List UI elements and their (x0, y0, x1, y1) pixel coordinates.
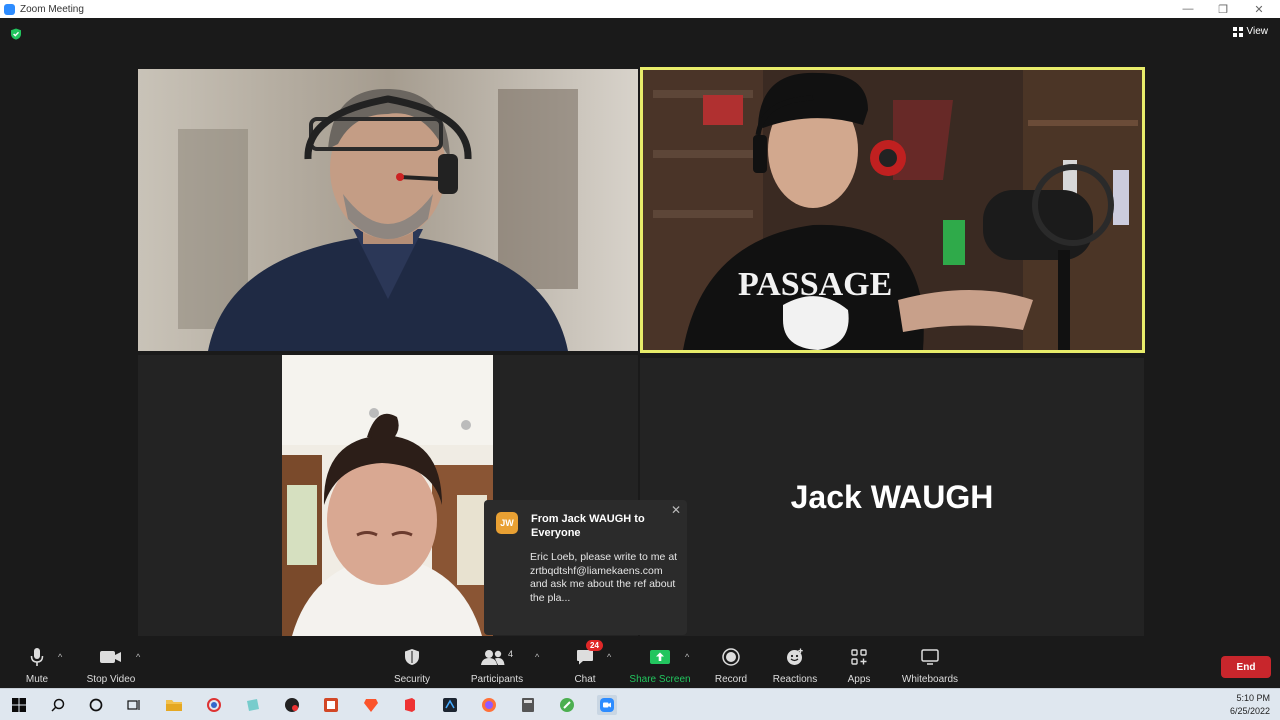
chat-sender-line: From Jack WAUGH to Everyone (531, 513, 645, 539)
end-meeting-button[interactable]: End (1221, 656, 1271, 678)
participants-icon (480, 650, 505, 665)
apps-icon (851, 649, 867, 665)
mute-button[interactable]: Mute (20, 636, 54, 688)
zoom-app-icon (4, 3, 15, 15)
stop-video-label: Stop Video (86, 674, 136, 685)
record-label: Record (714, 674, 748, 685)
apps-label: Apps (847, 674, 871, 685)
participant-video-feed (138, 69, 638, 351)
participant-name-tile[interactable]: Jack WAUGH (640, 358, 1144, 636)
window-titlebar: Zoom Meeting — ❐ ✕ (0, 0, 1280, 18)
task-view-icon[interactable] (125, 696, 143, 714)
zoom-taskbar-icon[interactable] (597, 695, 617, 715)
participant-name: Jack WAUGH (790, 478, 994, 515)
app-icon-colorful[interactable] (205, 696, 223, 714)
window-title: Zoom Meeting (20, 3, 84, 15)
clock-date: 6/25/2022 (1229, 706, 1270, 716)
view-label: View (1246, 26, 1269, 37)
whiteboard-icon (921, 649, 939, 665)
windows-taskbar: 5:10 PM 6/25/2022 (0, 688, 1280, 720)
calculator-icon[interactable] (519, 696, 537, 714)
chat-unread-badge: 24 (586, 640, 603, 651)
minimize-icon[interactable]: — (1170, 0, 1206, 18)
share-screen-button[interactable]: Share Screen (629, 636, 691, 688)
app-icon-green[interactable] (558, 696, 576, 714)
clock-time: 5:10 PM (1236, 693, 1270, 703)
chat-button[interactable]: 24 Chat (570, 636, 603, 688)
audio-options-chevron-up-icon[interactable]: ^ (58, 652, 62, 662)
mute-label: Mute (25, 674, 49, 685)
security-shield-icon (405, 649, 419, 665)
whiteboards-label: Whiteboards (901, 674, 959, 685)
participants-chevron-up-icon[interactable]: ^ (535, 652, 539, 662)
search-icon[interactable] (49, 696, 67, 714)
participant-video-feed: PASSAGE (643, 70, 1142, 350)
video-camera-icon (100, 651, 121, 663)
share-screen-arrow-icon (650, 650, 670, 664)
video-options-chevron-up-icon[interactable]: ^ (136, 652, 140, 662)
cortana-icon[interactable] (87, 696, 105, 714)
close-icon[interactable]: ✕ (671, 503, 681, 517)
system-clock[interactable]: 5:10 PM 6/25/2022 (1230, 692, 1270, 718)
participant-video-tile-1[interactable] (138, 69, 638, 351)
record-button[interactable]: Record (713, 636, 749, 688)
chat-bubble-icon (577, 650, 593, 665)
chat-notification-popup[interactable]: JW From Jack WAUGH to Everyone Eric Loeb… (484, 500, 687, 635)
stop-video-button[interactable]: Stop Video (84, 636, 138, 688)
app-icon-notes[interactable] (244, 696, 262, 714)
firefox-icon[interactable] (480, 696, 498, 714)
app-icon-dark[interactable] (441, 696, 459, 714)
participants-button[interactable]: 4 Participants (470, 636, 524, 688)
grid-view-icon (1232, 26, 1243, 37)
sender-avatar: JW (496, 512, 518, 534)
office-icon[interactable] (401, 696, 419, 714)
security-button[interactable]: Security (392, 636, 432, 688)
apps-button[interactable]: Apps (843, 636, 875, 688)
active-speaker-video-tile[interactable]: PASSAGE (640, 67, 1145, 353)
reactions-smiley-icon (787, 648, 803, 665)
participants-count: 4 (507, 649, 513, 659)
obs-icon[interactable] (283, 696, 301, 714)
view-button[interactable]: View (1232, 26, 1269, 37)
whiteboards-button[interactable]: Whiteboards (900, 636, 960, 688)
chat-message-preview: Eric Loeb, please write to me at zrtbqdt… (530, 551, 678, 604)
participants-label: Participants (470, 674, 524, 685)
windows-start-icon[interactable] (10, 696, 28, 714)
restore-icon[interactable]: ❐ (1205, 0, 1241, 18)
share-options-chevron-up-icon[interactable]: ^ (685, 652, 689, 662)
powerpoint-icon[interactable] (322, 696, 340, 714)
chat-label: Chat (574, 674, 596, 685)
security-label: Security (393, 674, 431, 685)
reactions-label: Reactions (772, 674, 818, 685)
chat-chevron-up-icon[interactable]: ^ (607, 652, 611, 662)
brave-browser-icon[interactable] (362, 696, 380, 714)
meeting-stage: View PASSAGE Jack WAUGH JW From Jack WAU… (0, 18, 1280, 636)
encryption-shield-icon[interactable] (10, 28, 22, 40)
file-explorer-icon[interactable] (165, 696, 183, 714)
meeting-toolbar: Mute ^ Stop Video ^ Security 4 Participa… (0, 636, 1280, 688)
close-icon[interactable]: ✕ (1241, 0, 1277, 18)
participant-video-feed (282, 355, 493, 636)
microphone-icon (30, 648, 44, 666)
share-screen-label: Share Screen (629, 674, 691, 685)
record-icon (722, 648, 740, 666)
reactions-button[interactable]: Reactions (771, 636, 819, 688)
